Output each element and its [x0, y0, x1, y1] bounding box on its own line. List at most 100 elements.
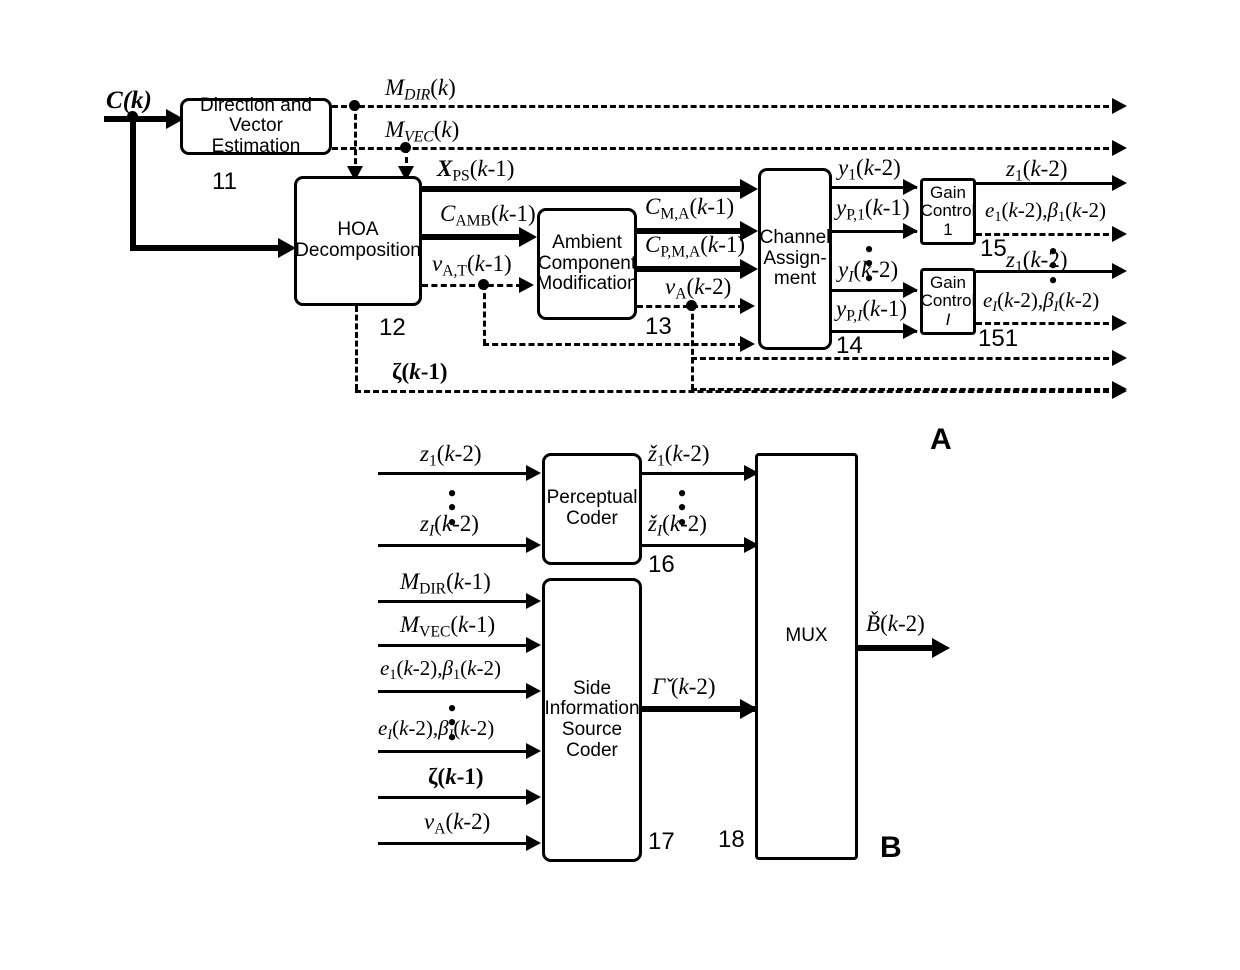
wire-v-at-down: [483, 284, 486, 345]
block-label-line3: I: [945, 309, 951, 329]
wire-z1-top: [976, 182, 1118, 185]
arrowhead-ypi: [903, 323, 918, 339]
arrowhead-c-amb: [519, 227, 537, 247]
wire-v-a-down: [691, 305, 694, 390]
label-b-gamma-out: Γ̌ (k-2): [652, 674, 716, 699]
wire-v-a-out-upper: [691, 357, 1118, 360]
block-label-line2: Coder: [566, 508, 618, 529]
wire-b-m-dir: [378, 600, 530, 603]
arrowhead-b-v-a: [526, 835, 541, 851]
ref-number-12: 12: [379, 314, 406, 341]
ref-number-14: 14: [836, 332, 863, 359]
ref-number-18: 18: [718, 826, 745, 853]
arrowhead-b-zi-in: [526, 537, 541, 553]
label-m-dir-k: MDIR(k): [385, 75, 456, 104]
ref-number-11: 11: [212, 168, 237, 195]
wire-zeta: [355, 390, 1118, 393]
wire-b-ei-betai: [378, 750, 530, 753]
block-label-line2: Vector Estimation: [211, 115, 301, 157]
label-ypi: yP,I(k-1): [836, 296, 908, 325]
wire-b-v-a: [378, 842, 530, 845]
label-b-m-dir: MDIR(k-1): [400, 569, 491, 598]
block-label-line1: Channel: [759, 227, 831, 249]
label-yi: yI(k-2): [838, 257, 899, 286]
block-label-line3: Modification: [536, 273, 638, 295]
label-b-z1-in: z1(k-2): [420, 441, 482, 470]
arrowhead-m-dir: [1112, 98, 1127, 114]
label-input-ck: C(k): [106, 87, 152, 114]
ref-number-16: 16: [648, 551, 675, 578]
block-label-line3: 1: [943, 219, 953, 239]
label-b-b-out: B̌(k-2): [866, 611, 925, 636]
arrowhead-b-b-out: [932, 638, 950, 658]
block-label-line2: Component: [537, 252, 637, 274]
label-b-zi-out: žI(k-2): [648, 511, 707, 540]
arrowhead-m-vec: [1112, 140, 1127, 156]
label-b-m-vec: MVEC(k-1): [400, 612, 496, 641]
arrowhead-v-at: [519, 277, 534, 293]
arrowhead-b-e1-beta1: [526, 683, 541, 699]
arrowhead-v-a-out-upper: [1112, 350, 1127, 366]
wire-b-zi-in: [378, 544, 530, 547]
arrowhead-b-m-vec: [526, 637, 541, 653]
label-c-amb: CAMB(k-1): [440, 201, 536, 230]
wire-b-zeta: [378, 796, 530, 799]
wire-ei-betai: [976, 322, 1118, 325]
block-label-line2: Control: [920, 291, 976, 311]
block-side-information-source-coder[interactable]: Side Information Source Coder: [542, 578, 642, 862]
wire-x-ps: [422, 186, 744, 192]
figure-canvas: C(k) Direction and Vector Estimation 11 …: [0, 0, 1240, 970]
arrowhead-z1-top: [1112, 175, 1127, 191]
block-label-line1: MUX: [785, 625, 828, 646]
wire-b-b-out: [858, 645, 940, 651]
label-y1: y1(k-2): [838, 155, 901, 184]
arrowhead-v-a-channel: [740, 298, 755, 314]
arrowhead-e1-beta1: [1112, 226, 1127, 242]
arrowhead-c-pma: [740, 259, 758, 279]
block-ambient-component-modification[interactable]: Ambient Component Modification: [536, 208, 638, 320]
arrowhead-x-ps: [740, 179, 758, 199]
block-channel-assignment[interactable]: Channel Assign- ment: [758, 168, 832, 350]
block-gain-control-i[interactable]: Gain Control I: [920, 268, 976, 335]
block-label-line1: Perceptual: [546, 487, 638, 509]
label-c-pma: CP,M,A(k-1): [645, 232, 746, 261]
arrowhead-b-m-dir: [526, 593, 541, 609]
block-hoa-decomposition[interactable]: HOA Decomposition: [294, 176, 422, 306]
wire-ck-branch-vertical: [130, 116, 136, 248]
label-c-ma: CM,A(k-1): [645, 194, 735, 223]
ref-number-13: 13: [645, 313, 672, 340]
block-label-line1: Side: [572, 677, 612, 699]
wire-e1-beta1: [976, 233, 1118, 236]
label-b-zeta: ζ(k-1): [428, 764, 484, 789]
arrowhead-b-z1-in: [526, 465, 541, 481]
arrowhead-ei-betai: [1112, 315, 1127, 331]
wire-b-e1-beta1: [378, 690, 530, 693]
arrowhead-z1-bottom: [1112, 263, 1127, 279]
block-label-line1: Gain: [930, 182, 966, 202]
label-z1-top: z1(k-2): [1006, 156, 1068, 185]
block-gain-control-1[interactable]: Gain Control 1: [920, 178, 976, 245]
wire-b-z1-in: [378, 472, 530, 475]
label-zeta: ζ(k-1): [392, 359, 448, 384]
arrowhead-zeta: [1112, 383, 1127, 399]
label-x-ps: XPS(k-1): [437, 156, 515, 185]
label-v-a: vA(k-2): [665, 274, 732, 303]
panel-label-a: A: [930, 423, 952, 456]
block-label-line1: Ambient: [552, 232, 622, 254]
block-label-line1: HOA: [337, 219, 379, 241]
block-perceptual-coder[interactable]: Perceptual Coder: [542, 453, 642, 565]
block-direction-vector-estimation[interactable]: Direction and Vector Estimation: [180, 95, 332, 157]
wire-m-dir: [332, 105, 1118, 108]
block-label-line1: Gain: [930, 272, 966, 292]
wire-m-dir-down: [354, 105, 357, 173]
arrowhead-yp1: [903, 223, 918, 239]
ref-number-17: 17: [648, 828, 675, 855]
panel-label-b: B: [880, 831, 902, 864]
ref-number-15: 15: [980, 235, 1007, 262]
label-e1-beta1: e1(k-2),β1(k-2): [985, 198, 1106, 225]
label-b-v-a: vA(k-2): [424, 809, 491, 838]
label-b-ei-betai: eI(k-2),βI(k-2): [378, 716, 495, 743]
wire-c-amb: [422, 234, 522, 240]
wire-z1-bottom: [976, 270, 1118, 273]
block-mux[interactable]: MUX: [755, 453, 858, 860]
